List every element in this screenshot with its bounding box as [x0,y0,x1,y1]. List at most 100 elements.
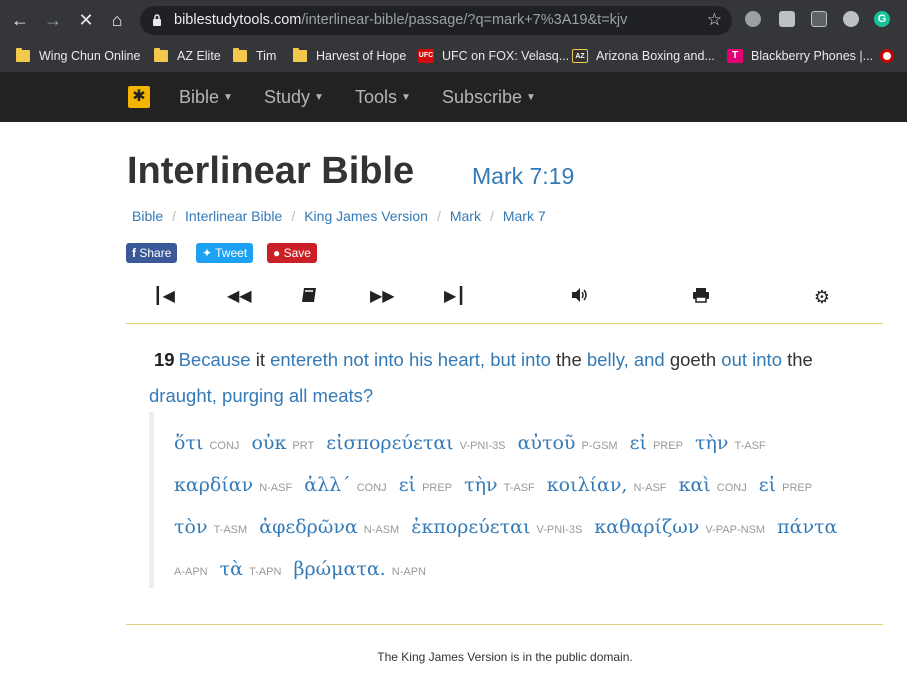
part-of-speech: CONJ [716,482,747,494]
greek-word[interactable]: ἐκπορεύεται [411,516,530,538]
extension-icon[interactable] [843,11,859,27]
strongs-link[interactable]: Because [179,349,251,370]
greek-word[interactable]: αὐτοῦ [518,432,576,454]
browser-chrome: ← → ✕ ⌂ biblestudytools.com/interlinear-… [0,0,907,72]
stop-loading-icon[interactable]: ✕ [74,8,98,32]
breadcrumb-mark[interactable]: Mark [450,208,481,224]
greek-word[interactable]: τὴν [695,432,728,454]
boxing-favicon-icon: AZ [572,49,588,63]
nav-subscribe[interactable]: Subscribe ▼ [442,87,536,108]
part-of-speech: N-ASM [363,524,400,536]
bookmark-item[interactable]: AZ Arizona Boxing and... [572,46,715,66]
part-of-speech: PREP [782,482,813,494]
greek-word[interactable]: τὴν [464,474,497,496]
book-icon[interactable] [299,287,319,307]
breadcrumb-kjv[interactable]: King James Version [304,208,428,224]
site-logo-icon[interactable]: ✱ [128,86,150,108]
target-favicon-icon [880,49,894,63]
folder-icon [293,48,307,62]
extension-icon[interactable] [779,11,795,27]
part-of-speech: T-ASF [734,440,766,452]
bookmark-item[interactable]: Wing Chun Online [16,46,140,66]
part-of-speech: T-ASM [213,524,248,536]
settings-gear-icon[interactable]: ⚙ [812,287,832,307]
breadcrumb-mark-7[interactable]: Mark 7 [503,208,546,224]
greek-word[interactable]: τὸν [174,516,208,538]
verse-text: it [250,349,271,370]
strongs-link[interactable]: out into [721,349,782,370]
greek-word[interactable]: καρδίαν [174,474,253,496]
caret-down-icon: ▼ [526,92,536,103]
greek-word[interactable]: καὶ [679,474,711,496]
part-of-speech: A-APN [174,566,208,578]
breadcrumb: Bible / Interlinear Bible / King James Ver… [132,208,546,224]
part-of-speech: CONJ [209,440,240,452]
bookmark-item[interactable] [880,46,902,66]
strongs-link[interactable]: entereth not into his heart, but into [270,349,551,370]
audio-speaker-icon[interactable] [570,287,590,307]
grammarly-icon[interactable]: G [874,11,890,27]
verse-text: the [550,349,587,370]
part-of-speech: T-APN [249,566,282,578]
extension-icon[interactable] [745,11,761,27]
forward-arrow-icon[interactable]: → [41,8,65,32]
folder-icon [233,48,247,62]
breadcrumb-bible[interactable]: Bible [132,208,163,224]
part-of-speech: V-PNI-3S [459,440,506,452]
bookmark-item[interactable]: T Blackberry Phones |... [727,46,873,66]
greek-interlinear: ὅτι CONJ οὐκ PRT εἰσπορεύεται V-PNI-3S α… [149,412,854,588]
next-verse-icon[interactable]: ▶▶ [370,287,395,307]
back-arrow-icon[interactable]: ← [8,8,32,32]
kjv-verse-text: 19 Because it entereth not into his heart… [149,342,869,414]
extension-icon[interactable] [811,11,827,27]
greek-word[interactable]: οὐκ [251,432,286,454]
pinterest-save-button[interactable]: ● Save [267,243,317,263]
tmobile-favicon-icon: T [727,49,743,63]
passage-reference: Mark 7:19 [472,163,575,189]
nav-bible[interactable]: Bible ▼ [179,87,233,108]
greek-word[interactable]: ὅτι [174,432,203,454]
first-chapter-icon[interactable]: ┃◀ [153,287,175,307]
nav-study[interactable]: Study ▼ [264,87,324,108]
caret-down-icon: ▼ [401,92,411,103]
part-of-speech: T-ASF [503,482,535,494]
bookmark-item[interactable]: Tim [233,46,276,66]
facebook-share-button[interactable]: f Share [126,243,178,263]
address-bar[interactable]: biblestudytools.com/interlinear-bible/pa… [140,6,732,35]
greek-word[interactable]: κοιλίαν, [547,474,628,496]
greek-word[interactable]: εἰσπορεύεται [326,432,453,454]
greek-word[interactable]: ἀφεδρῶνα [259,516,357,538]
home-icon[interactable]: ⌂ [105,8,129,32]
greek-word[interactable]: εἰ [759,474,776,496]
bookmark-item[interactable]: Harvest of Hope [293,46,406,66]
greek-word[interactable]: τὰ [220,558,243,580]
strongs-link[interactable]: draught, purging all meats? [149,385,373,406]
nav-tools[interactable]: Tools ▼ [355,87,411,108]
greek-word[interactable]: εἰ [399,474,416,496]
part-of-speech: PREP [422,482,453,494]
part-of-speech: P-GSM [581,440,618,452]
ufc-favicon-icon: UFC [418,49,434,63]
bookmark-star-icon[interactable]: ☆ [707,10,722,30]
greek-word[interactable]: ἀλλ´ [304,474,350,496]
greek-word[interactable]: καθαρίζων [594,516,699,538]
bookmark-item[interactable]: UFC UFC on FOX: Velasq... [418,46,569,66]
pinterest-icon: ● [273,246,284,260]
breadcrumb-interlinear[interactable]: Interlinear Bible [185,208,282,224]
strongs-link[interactable]: belly, and [587,349,665,370]
part-of-speech: PRT [292,440,315,452]
part-of-speech: PREP [652,440,683,452]
greek-word[interactable]: βρώματα. [294,558,386,580]
divider [126,624,883,625]
print-icon[interactable] [691,287,711,307]
lock-icon [153,14,161,26]
greek-word[interactable]: εἰ [630,432,647,454]
part-of-speech: N-APN [391,566,427,578]
twitter-tweet-button[interactable]: ✦ Tweet [196,243,254,263]
part-of-speech: V-PAP-NSM [705,524,766,536]
previous-verse-icon[interactable]: ◀◀ [227,287,252,307]
url-text: biblestudytools.com/interlinear-bible/pa… [174,12,628,28]
last-chapter-icon[interactable]: ▶┃ [444,287,466,307]
greek-word[interactable]: πάντα [777,516,837,538]
bookmark-item[interactable]: AZ Elite [154,46,221,66]
